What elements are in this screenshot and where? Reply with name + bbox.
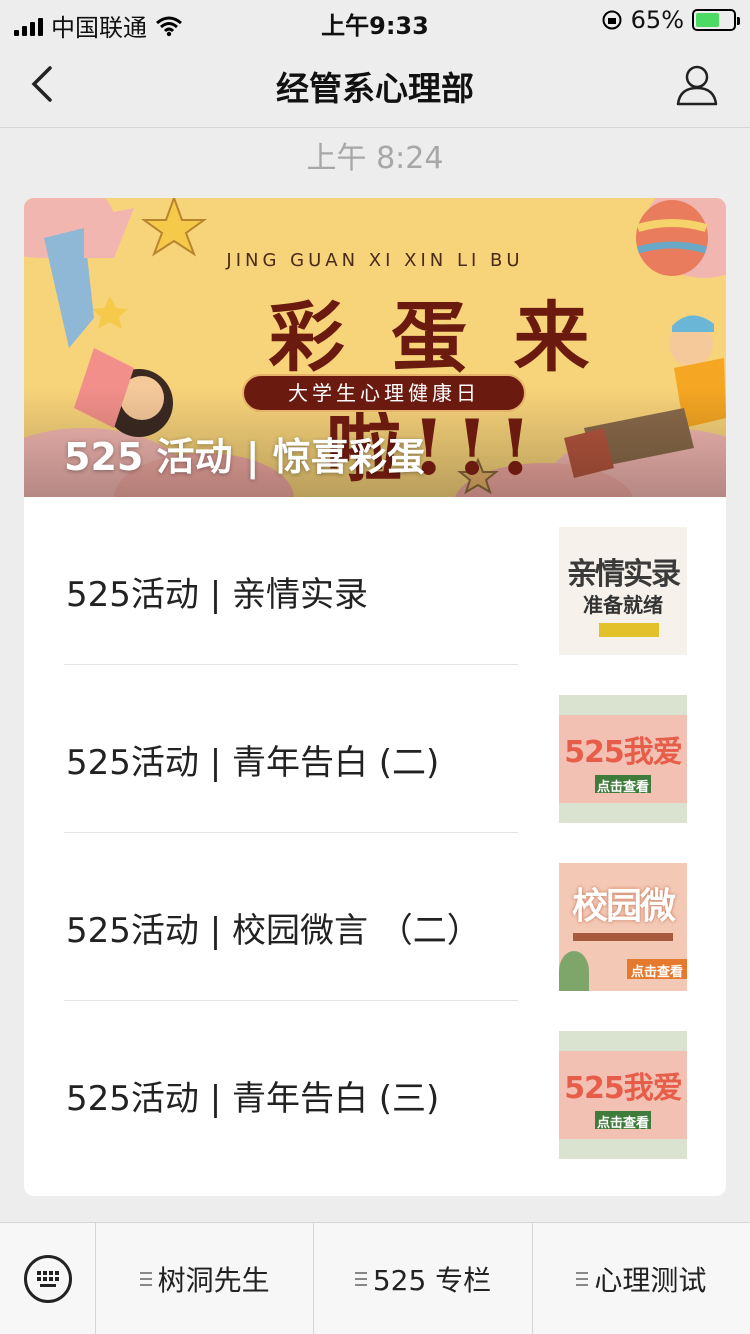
battery-percent: 65%: [630, 6, 684, 34]
bottom-menu-bar: 树洞先生 525 专栏 心理测试: [0, 1222, 750, 1334]
article-card: JING GUAN XI XIN LI BU 彩 蛋 来 啦!!! 大学生心理健…: [24, 198, 726, 1196]
menu-item-tree-hole[interactable]: 树洞先生: [96, 1223, 315, 1334]
article-thumbnail: 525我爱 点击查看: [559, 695, 687, 823]
message-timestamp: 上午 8:24: [306, 141, 444, 176]
banner-article[interactable]: JING GUAN XI XIN LI BU 彩 蛋 来 啦!!! 大学生心理健…: [24, 198, 726, 497]
article-thumbnail: 525我爱 点击查看: [559, 1031, 687, 1159]
article-thumbnail: 校园微 点击查看: [559, 863, 687, 991]
nav-bar: 经管系心理部: [0, 40, 750, 128]
article-title: 525活动 | 亲情实录: [66, 575, 368, 615]
battery-icon: [692, 9, 740, 31]
rotation-lock-icon: [602, 10, 622, 30]
keyboard-toggle-button[interactable]: [0, 1223, 96, 1334]
article-title: 525活动 | 青年告白 (三): [66, 1079, 440, 1119]
menu-icon: [139, 1271, 152, 1286]
article-list: 525活动 | 亲情实录 亲情实录 准备就绪 525活动 | 青年告白 (二) …: [24, 497, 726, 1169]
article-title: 525活动 | 青年告白 (二): [66, 743, 440, 783]
list-item[interactable]: 525活动 | 青年告白 (三) 525我爱 点击查看: [24, 1001, 726, 1169]
menu-label: 525 专栏: [372, 1263, 492, 1297]
status-right: 65%: [601, 6, 740, 34]
banner-headline: 525 活动 | 惊喜彩蛋: [64, 435, 425, 479]
profile-icon[interactable]: [674, 62, 720, 108]
page-title: 经管系心理部: [276, 69, 474, 108]
article-title: 525活动 | 校园微言 （二）: [66, 911, 481, 951]
menu-label: 心理测试: [594, 1263, 707, 1297]
menu-icon: [354, 1271, 367, 1286]
list-item[interactable]: 525活动 | 亲情实录 亲情实录 准备就绪: [24, 497, 726, 665]
menu-label: 树洞先生: [157, 1263, 270, 1297]
list-item[interactable]: 525活动 | 青年告白 (二) 525我爱 点击查看: [24, 665, 726, 833]
menu-item-psych-test[interactable]: 心理测试: [533, 1223, 750, 1334]
menu-item-525-column[interactable]: 525 专栏: [314, 1223, 533, 1334]
keyboard-icon: [24, 1255, 72, 1303]
menu-icon: [576, 1271, 589, 1286]
banner-pill: 大学生心理健康日: [242, 374, 526, 412]
banner-subtitle: JING GUAN XI XIN LI BU: [226, 250, 524, 271]
article-thumbnail: 亲情实录 准备就绪: [559, 527, 687, 655]
status-bar: 中国联通 上午9:33 65%: [0, 0, 750, 42]
list-item[interactable]: 525活动 | 校园微言 （二） 校园微 点击查看: [24, 833, 726, 1001]
